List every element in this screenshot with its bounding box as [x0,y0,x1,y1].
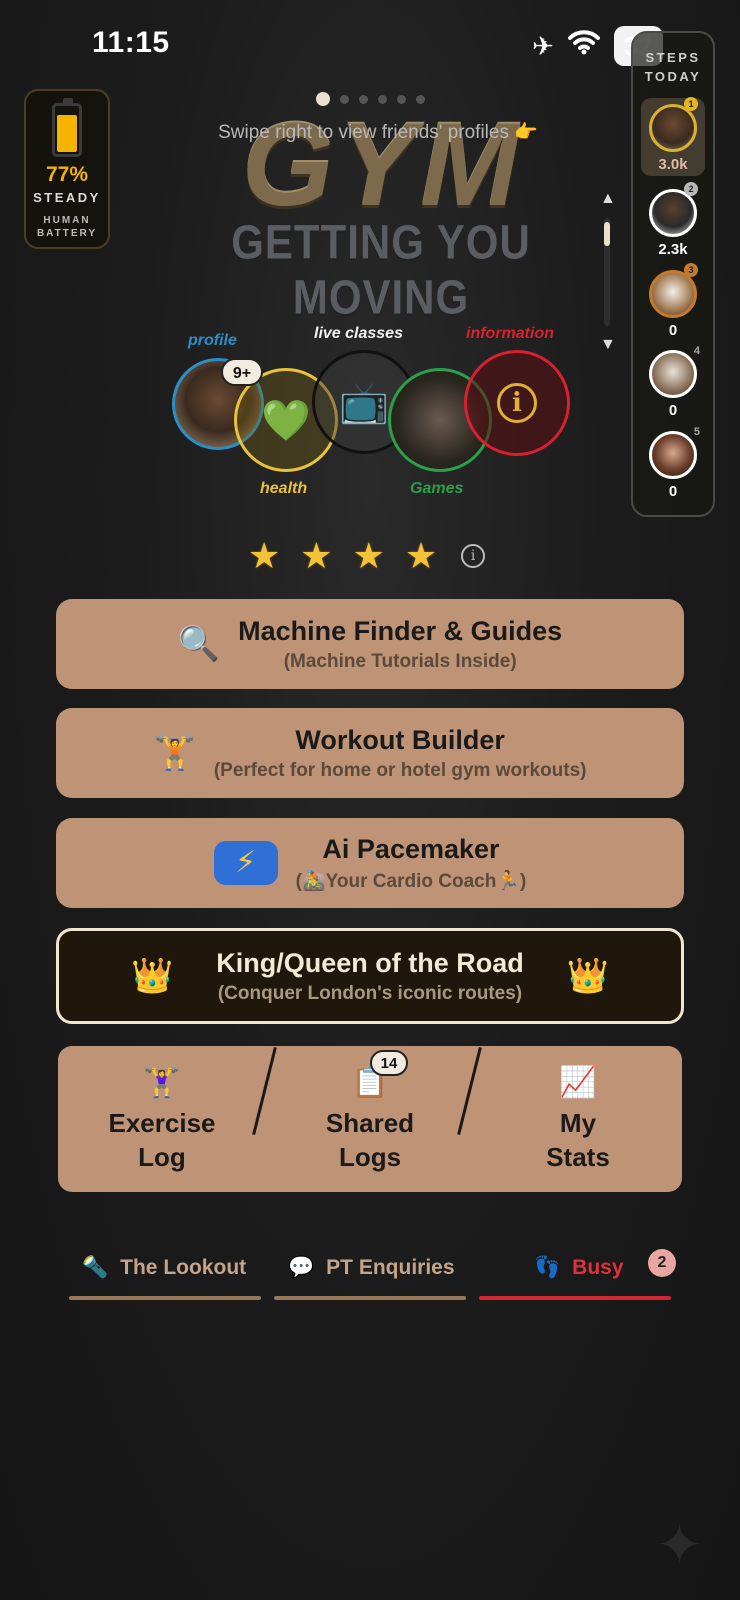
page-dot[interactable] [416,94,425,104]
speech-bubble-icon: 💬 [288,1256,315,1279]
crown-icon: 👑 [566,957,609,995]
tab-label: Busy [572,1256,624,1279]
avatar: 4 [649,345,700,398]
scroll-down-arrow-icon[interactable]: ▼ [600,336,616,354]
avatar: 5 [649,426,700,479]
king-subtitle: (Conquer London's iconic routes) [217,982,523,1004]
leaderboard-item[interactable]: 4 0 [631,345,715,419]
avatar: 3 [649,263,698,318]
my-stats-tile[interactable]: 📈 My Stats [474,1046,682,1192]
leader-steps: 0 [668,402,678,419]
star-icon: ★ [248,535,281,576]
tab-label: PT Enquiries [326,1256,455,1279]
information-ring[interactable]: i [464,350,570,456]
heart-icon: 💚 [261,398,311,443]
gold-medal-icon: 1 [684,97,698,111]
machine-finder-title: Machine Finder & Guides [238,615,563,646]
page-dot[interactable] [359,94,368,104]
scroll-up-arrow-icon[interactable]: ▲ [600,190,616,208]
page-dot[interactable] [340,94,349,104]
notification-badge: 9+ [221,358,263,386]
leaderboard-item[interactable]: 3 0 [631,263,715,339]
ai-pacemaker-title: Ai Pacemaker [322,833,500,864]
rank-number: 4 [693,345,700,357]
king-of-the-road-button[interactable]: 👑 King/Queen of the Road (Conquer London… [56,928,684,1024]
wifi-icon [567,29,600,63]
tab-busy[interactable]: 👣 Busy [534,1256,624,1280]
leader-steps: 0 [668,322,678,339]
battery-percent: 77% [45,163,89,186]
star-icon: ★ [352,535,385,576]
bronze-medal-icon: 3 [684,263,698,277]
sparkle-icon: ✦ [656,1513,703,1576]
ai-pacemaker-button[interactable]: ⚡ Ai Pacemaker (🚵Your Cardio Coach🏃) [56,818,684,908]
tab-underline [479,1296,671,1300]
leader-steps: 3.0k [658,156,688,173]
lightning-icon: ⚡ [213,841,278,885]
workout-builder-title: Workout Builder [295,724,505,755]
gym-tagline: GETTING YOU MOVING [231,214,531,325]
rank-number: 5 [693,426,700,438]
leaderboard-item[interactable]: 1 3.0k [631,97,715,173]
ring-label-information: information [466,325,554,342]
crown-icon: 👑 [131,957,174,995]
steps-title: STEPS TODAY [644,50,702,84]
workout-builder-button[interactable]: 🏋️ Workout Builder (Perfect for home or … [56,708,684,798]
status-time: 11:15 [92,26,170,59]
weightlifter-icon: 🏋️‍♀️ [143,1065,181,1099]
leader-steps: 2.3k [658,241,688,258]
footprints-icon: 👣 [534,1256,561,1279]
chart-icon: 📈 [559,1065,597,1099]
info-icon: i [497,383,537,423]
page-dot[interactable] [316,92,330,106]
king-title: King/Queen of the Road [216,947,524,978]
weightlifter-icon: 🏋️ [153,734,196,772]
ring-label-live-classes: live classes [314,325,403,342]
avatar: 2 [649,182,698,237]
ring-label-games: Games [410,480,464,497]
page-dot[interactable] [378,94,387,104]
shared-logs-label: Shared Logs [325,1107,415,1172]
ai-pacemaker-subtitle: (🚵Your Cardio Coach🏃) [295,870,527,892]
page-dot[interactable] [397,94,406,104]
human-battery-widget[interactable]: 77% STEADY HUMAN BATTERY [24,89,110,249]
tab-label: The Lookout [120,1256,247,1279]
busy-badge: 2 [648,1249,676,1277]
tab-underline [69,1296,261,1300]
my-stats-label: My Stats [546,1107,610,1172]
leaderboard-item[interactable]: 2 2.3k [631,182,715,258]
star-icon: ★ [404,535,438,576]
leader-steps: 0 [668,483,678,500]
page-indicator[interactable] [316,92,425,106]
battery-fill [57,115,77,152]
ring-label-health: health [260,480,308,497]
machine-finder-subtitle: (Machine Tutorials Inside) [283,650,517,672]
tv-icon: 📺 [339,380,389,425]
battery-label: HUMAN BATTERY [36,215,98,239]
shared-logs-badge: 14 [370,1050,408,1076]
scroll-thumb[interactable] [604,222,610,246]
exercise-log-label: Exercise Log [108,1107,216,1172]
workout-builder-subtitle: (Perfect for home or hotel gym workouts) [213,759,587,781]
battery-state: STEADY [33,190,101,205]
ring-label-profile: profile [188,332,237,349]
exercise-log-tile[interactable]: 🏋️‍♀️ Exercise Log [58,1046,266,1192]
leaderboard-item[interactable]: 5 0 [631,426,715,500]
swipe-hint: Swipe right to view friends' profiles 👉 [218,122,538,143]
avatar: 1 [649,97,698,152]
tab-pt-enquiries[interactable]: 💬 PT Enquiries [288,1256,455,1280]
rating-stars: ★ ★ ★ ★ i [248,535,486,576]
rating-info-icon[interactable]: i [461,544,486,568]
silver-medal-icon: 2 [684,182,698,196]
airplane-icon: ✈ [532,31,554,61]
battery-cell-icon [52,98,82,157]
machine-finder-button[interactable]: 🔍 Machine Finder & Guides (Machine Tutor… [56,599,684,689]
tab-the-lookout[interactable]: 🔦 The Lookout [82,1256,246,1280]
flashlight-icon: 🔦 [82,1256,109,1279]
star-icon: ★ [300,535,333,576]
tab-underline [274,1296,466,1300]
magnifier-icon: 🔍 [177,625,221,663]
